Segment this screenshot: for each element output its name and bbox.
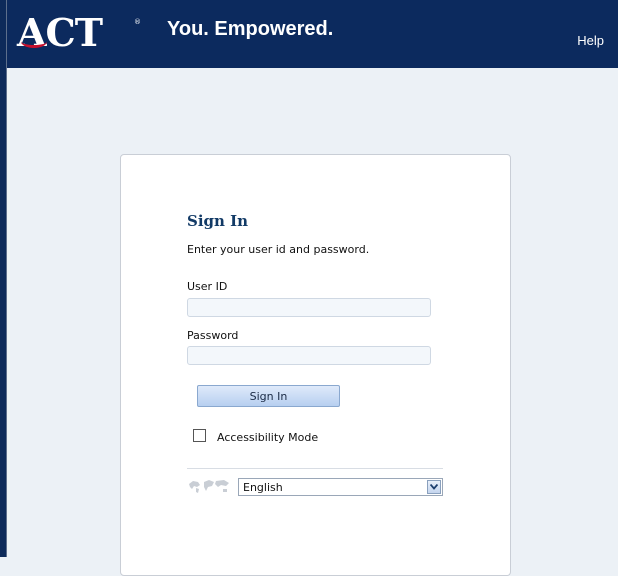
accessibility-label: Accessibility Mode bbox=[217, 431, 319, 444]
left-edge-rule bbox=[0, 0, 7, 557]
tagline: You. Empowered. bbox=[167, 18, 334, 40]
signin-instruction: Enter your user id and password. bbox=[187, 243, 370, 256]
chevron-down-icon[interactable] bbox=[427, 480, 441, 494]
logo-trademark: ® bbox=[134, 18, 141, 26]
globe-icon bbox=[189, 480, 229, 493]
accessibility-checkbox[interactable] bbox=[193, 429, 206, 442]
top-header: ACT ® You. Empowered. Help bbox=[7, 0, 618, 68]
signin-card: Sign In Enter your user id and password.… bbox=[120, 154, 511, 576]
userid-label: User ID bbox=[187, 280, 228, 293]
password-input[interactable] bbox=[187, 346, 431, 365]
signin-button[interactable]: Sign In bbox=[197, 385, 340, 407]
userid-input[interactable] bbox=[187, 298, 431, 317]
password-label: Password bbox=[187, 329, 239, 342]
help-link[interactable]: Help bbox=[577, 33, 604, 48]
language-selected: English bbox=[243, 481, 283, 494]
logo-accent-arc bbox=[21, 35, 47, 48]
language-divider bbox=[187, 468, 443, 469]
signin-title: Sign In bbox=[187, 212, 249, 230]
language-select[interactable]: English bbox=[238, 478, 443, 496]
